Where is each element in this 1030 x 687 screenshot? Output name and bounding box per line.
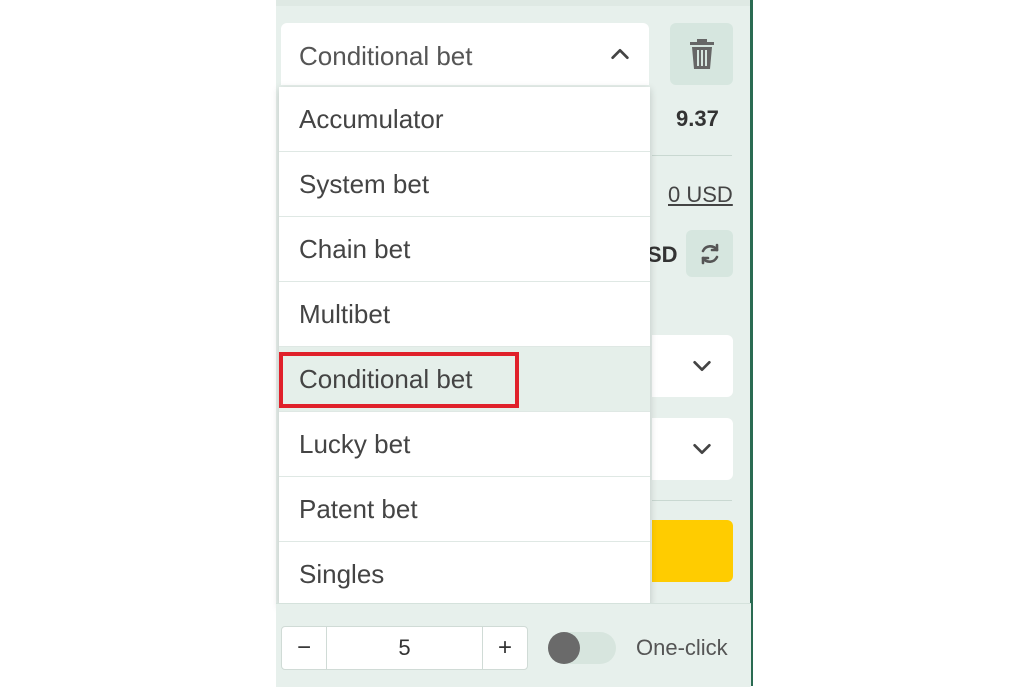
divider bbox=[652, 155, 732, 156]
chevron-down-icon bbox=[693, 443, 711, 455]
balance-link[interactable]: 0 USD bbox=[668, 182, 733, 208]
panel-border bbox=[750, 0, 753, 686]
currency-label: SD bbox=[647, 242, 678, 267]
one-click-label: One-click bbox=[636, 635, 728, 660]
dropdown-option-patent-bet[interactable]: Patent bet bbox=[279, 477, 650, 542]
bet-type-select[interactable]: Conditional bet bbox=[281, 23, 649, 85]
dropdown-option-singles[interactable]: Singles bbox=[279, 542, 650, 607]
dropdown-option-chain-bet[interactable]: Chain bet bbox=[279, 217, 650, 282]
increment-button[interactable]: + bbox=[482, 627, 527, 669]
dropdown-option-multibet[interactable]: Multibet bbox=[279, 282, 650, 347]
refresh-button[interactable] bbox=[686, 230, 733, 277]
stepper-value[interactable]: 5 bbox=[327, 627, 482, 669]
trash-icon bbox=[689, 39, 714, 69]
chevron-up-icon bbox=[611, 48, 629, 60]
dropdown-option-system-bet[interactable]: System bet bbox=[279, 152, 650, 217]
refresh-icon bbox=[701, 243, 718, 264]
bet-type-dropdown: Accumulator System bet Chain bet Multibe… bbox=[279, 87, 650, 607]
divider bbox=[652, 500, 732, 501]
delete-bet-button[interactable] bbox=[670, 23, 733, 85]
total-odds-value: 9.37 bbox=[676, 106, 719, 131]
panel-top-strip bbox=[276, 0, 751, 6]
place-bet-button[interactable] bbox=[652, 520, 733, 582]
bet-type-selected-value: Conditional bet bbox=[299, 41, 473, 71]
dropdown-option-lucky-bet[interactable]: Lucky bet bbox=[279, 412, 650, 477]
toggle-knob bbox=[548, 632, 580, 664]
dropdown-option-accumulator[interactable]: Accumulator bbox=[279, 87, 650, 152]
one-click-toggle[interactable] bbox=[548, 632, 616, 664]
quantity-stepper: − 5 + bbox=[281, 626, 528, 670]
stake-select-1[interactable] bbox=[652, 335, 733, 397]
highlight-annotation bbox=[279, 352, 519, 408]
stake-select-2[interactable] bbox=[652, 418, 733, 480]
decrement-button[interactable]: − bbox=[282, 627, 327, 669]
chevron-down-icon bbox=[693, 360, 711, 372]
